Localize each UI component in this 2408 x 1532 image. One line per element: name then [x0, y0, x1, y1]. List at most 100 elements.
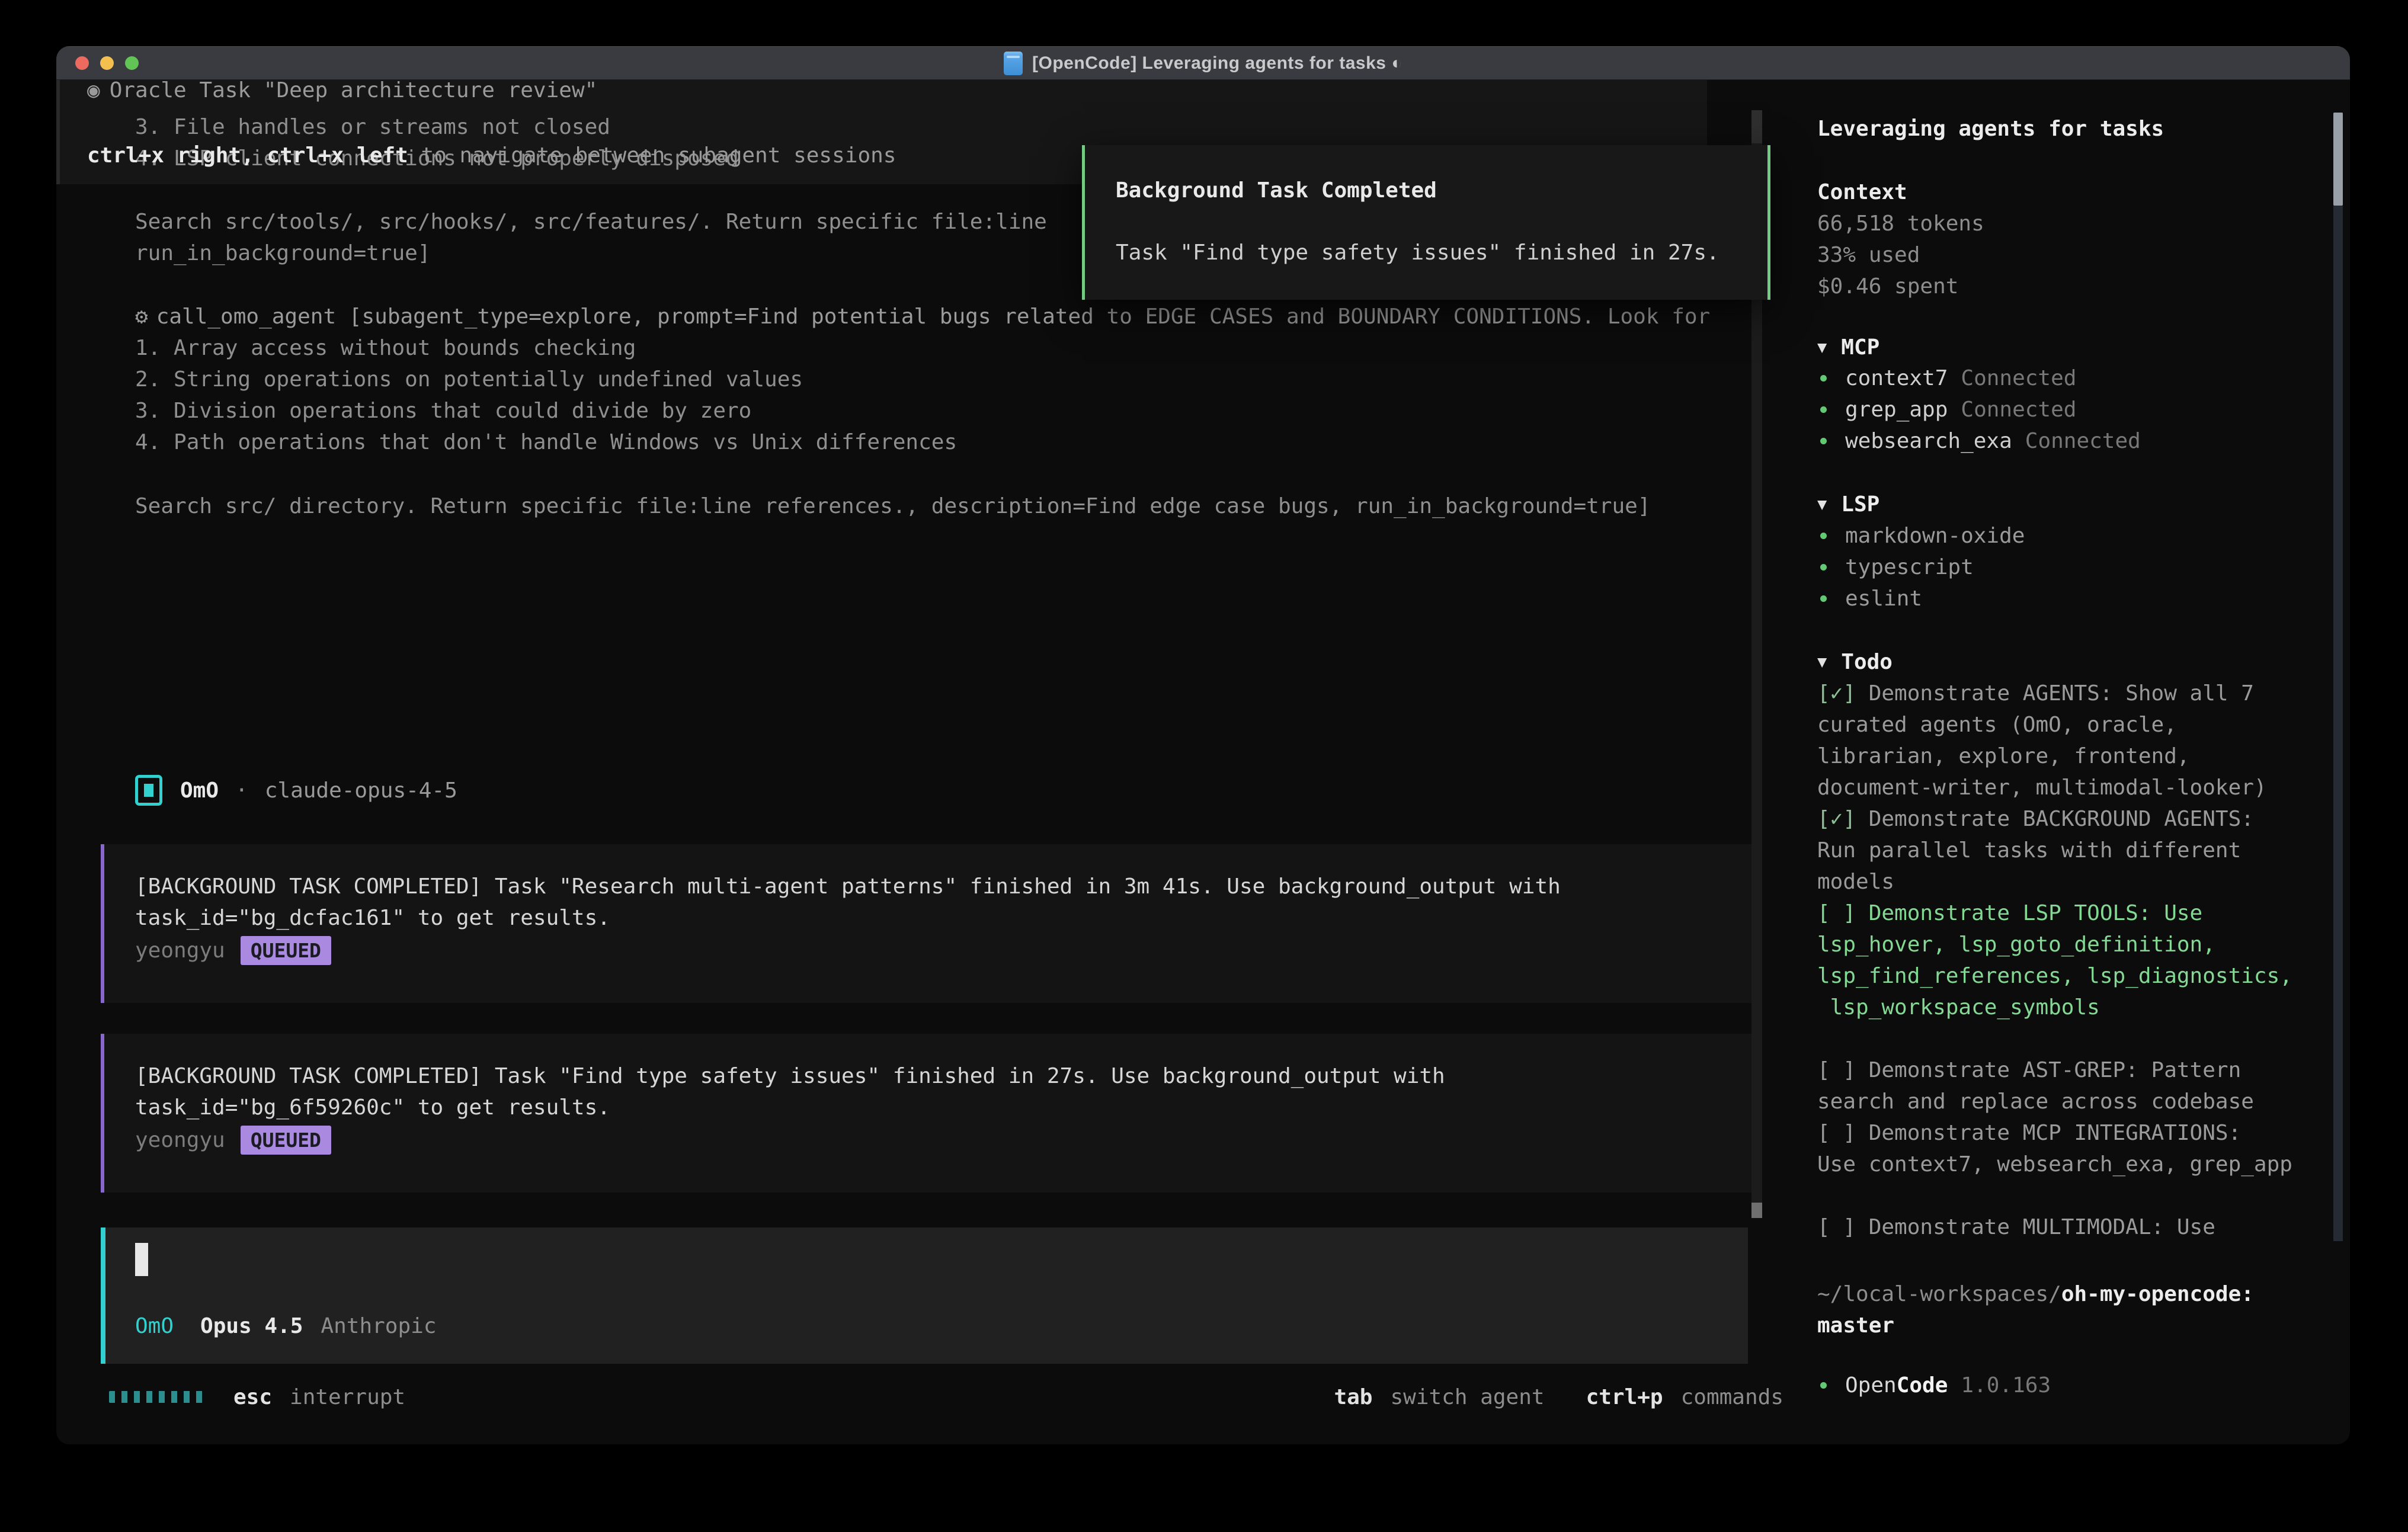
oracle-hint-line: ctrl+x right, ctrl+x left to navigate be… [87, 140, 896, 171]
todo-line: lsp_find_references, lsp_diagnostics, [1817, 964, 2292, 988]
status-dot-icon [1820, 406, 1827, 413]
workspace-path: ~/local-workspaces/oh-my-opencode: [1817, 1278, 2254, 1310]
todo-text: lsp_hover, lsp_goto_definition, [1817, 932, 2215, 957]
checkbox-checked-icon: [✓] [1817, 681, 1856, 706]
status-dot-icon [1820, 438, 1827, 444]
lsp-item: eslint [1820, 586, 1922, 611]
status-dot-icon [1820, 1382, 1827, 1389]
task-line2: task_id="bg_6f59260c" to get results. [135, 1092, 610, 1123]
mcp-item: context7 Connected [1820, 366, 2076, 390]
todo-line: models [1817, 870, 1894, 894]
task-block: [BACKGROUND TASK COMPLETED] Task "Resear… [101, 844, 1751, 1003]
context-used: 33% used [1817, 239, 1920, 271]
todo-text: lsp_workspace_symbols [1817, 995, 2100, 1020]
workspace-prefix: ~/local-workspaces/ [1817, 1282, 2061, 1306]
todo-heading: Todo [1841, 650, 1893, 674]
notification-title: Background Task Completed [1116, 175, 1437, 206]
todo-line: document-writer, multimodal-looker) [1817, 775, 2267, 800]
esc-key: esc [233, 1385, 272, 1409]
task-user: yeongyu [135, 1128, 225, 1152]
mcp-section-header[interactable]: ▼ MCP [1817, 335, 1879, 360]
oracle-hint-text: to navigate between subagent sessions [408, 143, 896, 168]
mcp-item: grep_app Connected [1820, 398, 2076, 422]
prompt-input[interactable]: OmO Opus 4.5 Anthropic [101, 1227, 1748, 1364]
tool-call-item: 3. Division operations that could divide… [135, 395, 751, 427]
document-icon [1004, 52, 1023, 75]
task-line1: [BACKGROUND TASK COMPLETED] Task "Resear… [135, 871, 1561, 902]
mcp-name: websearch_exa [1845, 429, 2012, 453]
scrollbar-thumb[interactable] [2333, 113, 2343, 206]
todo-line: lsp_workspace_symbols [1817, 995, 2100, 1020]
notification-body: Task "Find type safety issues" finished … [1116, 237, 1719, 268]
queued-badge: QUEUED [241, 1126, 331, 1155]
todo-text: models [1817, 870, 1894, 894]
agent-header: OmO · claude-opus-4-5 [135, 775, 457, 806]
chevron-down-icon: ▼ [1817, 495, 1827, 514]
minimize-button[interactable] [100, 56, 114, 70]
checkbox-checked-icon: [✓] [1817, 807, 1856, 831]
separator-dot: · [235, 778, 248, 803]
mcp-status: Connected [2025, 429, 2141, 453]
todo-line: curated agents (OmO, oracle, [1817, 713, 2177, 737]
todo-text: curated agents (OmO, oracle, [1817, 713, 2177, 737]
task-user: yeongyu [135, 938, 225, 963]
todo-text: Use context7, websearch_exa, grep_app [1817, 1152, 2292, 1177]
mcp-heading: MCP [1841, 335, 1879, 360]
tool-call-item: 4. Path operations that don't handle Win… [135, 427, 957, 458]
version-number: 1.0.163 [1961, 1373, 2051, 1398]
notification-toast[interactable]: Background Task Completed Task "Find typ… [1082, 145, 1770, 300]
context-tokens: 66,518 tokens [1817, 208, 1984, 239]
scrollbar-thumb[interactable] [1751, 110, 1762, 143]
todo-line: Run parallel tasks with different [1817, 838, 2241, 863]
app-window: [OpenCode] Leveraging agents for tasks ◐… [56, 46, 2350, 1444]
todo-text: Run parallel tasks with different [1817, 838, 2241, 863]
task-line2: task_id="bg_dcfac161" to get results. [135, 902, 610, 934]
chevron-down-icon: ▼ [1817, 338, 1827, 357]
workspace-branch: master [1817, 1310, 1894, 1341]
todo-text: [ ] Demonstrate LSP TOOLS: Use [1817, 901, 2202, 925]
sidebar-title: Leveraging agents for tasks [1817, 113, 2164, 145]
input-agent: OmO [135, 1314, 174, 1338]
gear-icon: ⚙ [135, 305, 148, 329]
zoom-button[interactable] [125, 56, 139, 70]
omo-agent-icon [135, 775, 162, 806]
todo-line: [✓] Demonstrate BACKGROUND AGENTS: [1817, 807, 2254, 831]
mcp-name: context7 [1845, 366, 1948, 390]
context-heading: Context [1817, 177, 1907, 208]
ctrlp-label: commands [1681, 1385, 1783, 1409]
todo-text: search and replace across codebase [1817, 1089, 2254, 1114]
terminal-line: Search src/tools/, src/hooks/, src/featu… [135, 206, 1047, 238]
status-dot-icon [1820, 595, 1827, 602]
chevron-down-icon: ▼ [1817, 653, 1827, 671]
task-block: [BACKGROUND TASK COMPLETED] Task "Find t… [101, 1034, 1751, 1193]
todo-line: [✓] Demonstrate AGENTS: Show all 7 [1817, 681, 2254, 706]
lsp-section-header[interactable]: ▼ LSP [1817, 492, 1879, 517]
window-title: [OpenCode] Leveraging agents for tasks ◐ [1032, 53, 1402, 73]
tab-label: switch agent [1390, 1385, 1544, 1409]
sidebar-scrollbar[interactable] [2333, 113, 2343, 1241]
todo-line: [ ] Demonstrate MULTIMODAL: Use [1817, 1215, 2215, 1239]
model-selector-row[interactable]: OmO Opus 4.5 Anthropic [135, 1314, 437, 1338]
lsp-name: markdown-oxide [1845, 524, 2025, 548]
workspace-repo: oh-my-opencode: [2061, 1282, 2254, 1306]
input-model: Opus 4.5 [200, 1314, 303, 1338]
todo-line: [ ] Demonstrate AST-GREP: Pattern [1817, 1058, 2241, 1082]
tab-key: tab [1334, 1385, 1372, 1409]
terminal-line: run_in_background=true] [135, 238, 431, 269]
todo-section-header[interactable]: ▼ Todo [1817, 650, 1893, 674]
context-spent: $0.46 spent [1817, 271, 1958, 302]
opencode-version: OpenCode 1.0.163 [1820, 1373, 2051, 1398]
input-cursor [135, 1243, 148, 1276]
oracle-title: Oracle Task "Deep architecture review" [110, 78, 598, 102]
spinner-icon [109, 1391, 204, 1403]
todo-text: Demonstrate AGENTS: Show all 7 [1856, 681, 2254, 706]
lsp-item: markdown-oxide [1820, 524, 2025, 548]
todo-text: lsp_find_references, lsp_diagnostics, [1817, 964, 2292, 988]
input-provider: Anthropic [321, 1314, 436, 1338]
close-button[interactable] [75, 56, 89, 70]
sidebar: Leveraging agents for tasks Context 66,5… [1778, 46, 2350, 1444]
scrollbar-thumb[interactable] [1751, 1203, 1762, 1218]
oracle-title-line: ◉Oracle Task "Deep architecture review" [87, 75, 597, 106]
mcp-name: grep_app [1845, 398, 1948, 422]
todo-line: librarian, explore, frontend, [1817, 744, 2190, 768]
